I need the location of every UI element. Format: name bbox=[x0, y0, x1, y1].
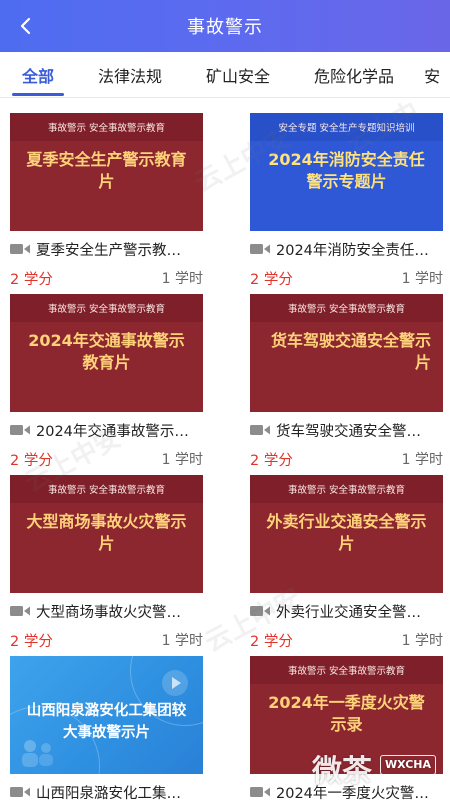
thumbnail-title: 大型商场事故火灾警示片 bbox=[26, 512, 187, 553]
course-hours: 1 学时 bbox=[161, 271, 203, 287]
course-thumbnail[interactable]: 事故警示 安全事故警示教育 货车驾驶交通安全警示片 bbox=[250, 294, 443, 412]
course-card[interactable]: 安全专题 安全生产专题知识培训 2024年消防安全责任警示专题片 2024年消防… bbox=[250, 113, 443, 288]
tab-laws[interactable]: 法律法规 bbox=[98, 52, 162, 97]
course-credit: 2 学分 bbox=[250, 271, 293, 288]
course-card[interactable]: 事故警示 安全事故警示教育 货车驾驶交通安全警示片 货车驾驶交通安全警… 2 学… bbox=[250, 294, 443, 469]
thumbnail-title: 2024年交通事故警示教育片 bbox=[28, 331, 185, 372]
thumbnail-title: 2024年一季度火灾警示录 bbox=[268, 693, 425, 734]
course-hours: 1 学时 bbox=[401, 633, 443, 649]
course-title: 大型商场事故火灾警… bbox=[36, 604, 181, 621]
app-screen: 事故警示 全部 法律法规 矿山安全 危险化学品 安 事故警示 安全事故警示教育 … bbox=[0, 0, 450, 800]
video-camera-icon bbox=[10, 606, 30, 616]
course-thumbnail[interactable]: 事故警示 安全事故警示教育 大型商场事故火灾警示片 bbox=[10, 475, 203, 593]
tab-hazardous-chemicals[interactable]: 危险化学品 bbox=[314, 52, 394, 97]
thumbnail-title: 2024年消防安全责任警示专题片 bbox=[268, 150, 425, 191]
thumbnail-category-strip: 事故警示 安全事故警示教育 bbox=[250, 475, 443, 503]
course-card[interactable]: 事故警示 安全事故警示教育 外卖行业交通安全警示片 外卖行业交通安全警… 2 学… bbox=[250, 475, 443, 650]
thumbnail-category-strip: 事故警示 安全事故警示教育 bbox=[10, 475, 203, 503]
course-title: 2024年消防安全责任… bbox=[276, 242, 429, 259]
thumbnail-category-strip: 事故警示 安全事故警示教育 bbox=[10, 113, 203, 141]
thumbnail-category-strip: 事故警示 安全事故警示教育 bbox=[250, 294, 443, 322]
header-bar: 事故警示 bbox=[0, 0, 450, 52]
course-credit: 2 学分 bbox=[10, 633, 53, 650]
thumbnail-category-strip: 事故警示 安全事故警示教育 bbox=[250, 656, 443, 684]
play-icon bbox=[162, 670, 188, 696]
course-hours: 1 学时 bbox=[161, 452, 203, 468]
page-title: 事故警示 bbox=[187, 17, 263, 38]
video-camera-icon bbox=[250, 425, 270, 435]
course-title: 外卖行业交通安全警… bbox=[276, 604, 421, 621]
course-hours: 1 学时 bbox=[161, 633, 203, 649]
category-tabs: 全部 法律法规 矿山安全 危险化学品 安 bbox=[0, 52, 450, 98]
tab-all[interactable]: 全部 bbox=[11, 52, 65, 97]
course-credit: 2 学分 bbox=[250, 633, 293, 650]
course-thumbnail[interactable]: 事故警示 安全事故警示教育 夏季安全生产警示教育片 bbox=[10, 113, 203, 231]
course-card[interactable]: 事故警示 安全事故警示教育 夏季安全生产警示教育片 夏季安全生产警示教… 2 学… bbox=[10, 113, 203, 288]
course-credit: 2 学分 bbox=[250, 452, 293, 469]
video-camera-icon bbox=[10, 244, 30, 254]
video-camera-icon bbox=[250, 244, 270, 254]
course-thumbnail[interactable]: 安全专题 安全生产专题知识培训 2024年消防安全责任警示专题片 bbox=[250, 113, 443, 231]
course-title: 夏季安全生产警示教… bbox=[36, 242, 181, 259]
course-thumbnail[interactable]: 山西阳泉潞安化工集团较大事故警示片 bbox=[10, 656, 203, 774]
back-button[interactable] bbox=[10, 10, 42, 42]
course-card[interactable]: 事故警示 安全事故警示教育 2024年交通事故警示教育片 2024年交通事故警示… bbox=[10, 294, 203, 469]
course-credit: 2 学分 bbox=[10, 271, 53, 288]
course-hours: 1 学时 bbox=[401, 452, 443, 468]
thumbnail-category-strip: 安全专题 安全生产专题知识培训 bbox=[250, 113, 443, 141]
back-arrow-icon bbox=[20, 17, 31, 35]
thumbnail-title: 货车驾驶交通安全警示片 bbox=[270, 331, 431, 372]
thumbnail-title: 外卖行业交通安全警示片 bbox=[266, 512, 427, 553]
course-title: 山西阳泉潞安化工集… bbox=[36, 785, 181, 800]
course-title: 2024年交通事故警示… bbox=[36, 423, 189, 440]
brand-tag: WXCHA bbox=[380, 755, 436, 775]
brand-name: 微茶 bbox=[312, 754, 372, 789]
course-credit: 2 学分 bbox=[10, 452, 53, 469]
course-card[interactable]: 山西阳泉潞安化工集团较大事故警示片 山西阳泉潞安化工集… bbox=[10, 656, 203, 800]
tab-mine-safety[interactable]: 矿山安全 bbox=[206, 52, 270, 97]
tab-more[interactable]: 安 bbox=[424, 52, 440, 97]
thumbnail-category-strip: 事故警示 安全事故警示教育 bbox=[10, 294, 203, 322]
brand-logo: 微茶 WXCHA bbox=[312, 746, 436, 789]
course-title: 货车驾驶交通安全警… bbox=[276, 423, 421, 440]
workers-icon bbox=[22, 740, 53, 767]
thumbnail-title: 夏季安全生产警示教育片 bbox=[26, 150, 187, 191]
course-thumbnail[interactable]: 事故警示 安全事故警示教育 2024年交通事故警示教育片 bbox=[10, 294, 203, 412]
video-camera-icon bbox=[10, 425, 30, 435]
course-hours: 1 学时 bbox=[401, 271, 443, 287]
course-thumbnail[interactable]: 事故警示 安全事故警示教育 外卖行业交通安全警示片 bbox=[250, 475, 443, 593]
course-card[interactable]: 事故警示 安全事故警示教育 大型商场事故火灾警示片 大型商场事故火灾警… 2 学… bbox=[10, 475, 203, 650]
video-camera-icon bbox=[250, 606, 270, 616]
video-camera-icon bbox=[10, 787, 30, 797]
video-camera-icon bbox=[250, 787, 270, 797]
